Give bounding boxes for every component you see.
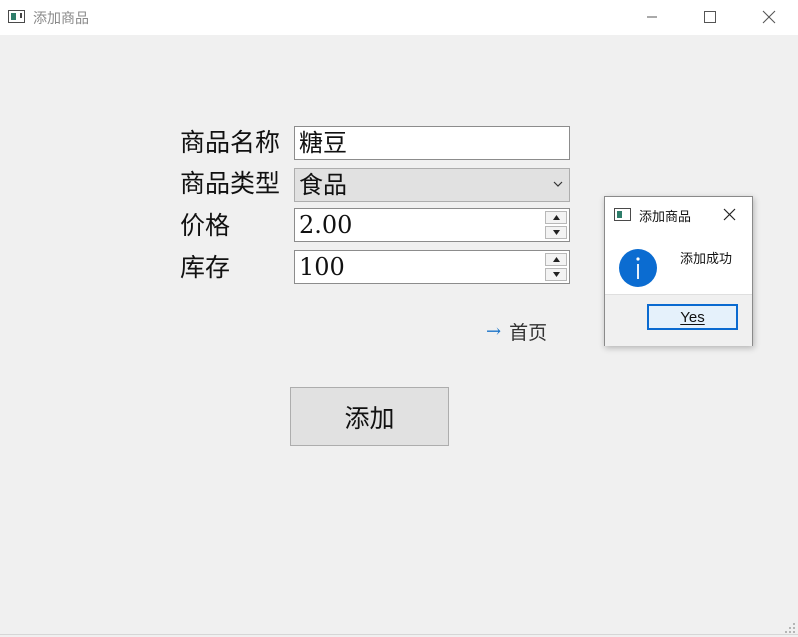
type-select[interactable]: 食品 bbox=[294, 168, 570, 202]
dialog-title: 添加商品 bbox=[639, 210, 692, 225]
price-label: 价格 bbox=[180, 211, 231, 240]
chevron-down-icon bbox=[553, 181, 563, 187]
minimize-icon bbox=[647, 16, 657, 18]
dialog-close-icon[interactable] bbox=[723, 208, 736, 221]
stock-label: 库存 bbox=[180, 253, 231, 282]
stock-spinbox[interactable]: 100 bbox=[294, 250, 570, 284]
dialog-message: 添加成功 bbox=[680, 252, 733, 267]
maximize-button[interactable] bbox=[687, 0, 733, 34]
arrow-right-icon: → bbox=[486, 320, 502, 342]
stock-increment-button[interactable] bbox=[545, 253, 567, 266]
app-window-icon bbox=[614, 208, 631, 221]
title-bar: 添加商品 bbox=[0, 0, 798, 35]
dialog-footer: Yes bbox=[605, 294, 752, 346]
yes-button[interactable]: Yes bbox=[647, 304, 738, 330]
type-selected-value: 食品 bbox=[299, 171, 347, 199]
price-value: 2.00 bbox=[299, 211, 353, 239]
stock-decrement-button[interactable] bbox=[545, 268, 567, 281]
add-button[interactable]: 添加 bbox=[290, 387, 449, 446]
window-title: 添加商品 bbox=[33, 11, 89, 27]
info-icon bbox=[619, 249, 657, 287]
name-label: 商品名称 bbox=[180, 128, 281, 157]
price-spinbox[interactable]: 2.00 bbox=[294, 208, 570, 242]
message-dialog: 添加商品 添加成功 Yes bbox=[604, 196, 753, 346]
close-icon bbox=[762, 10, 776, 24]
close-button[interactable] bbox=[746, 0, 792, 34]
home-link-label: 首页 bbox=[509, 321, 548, 344]
home-link[interactable]: → 首页 bbox=[486, 318, 547, 344]
stock-spin-buttons bbox=[545, 253, 567, 281]
name-value: 糖豆 bbox=[299, 129, 347, 157]
minimize-button[interactable] bbox=[629, 0, 675, 34]
app-window-icon bbox=[8, 10, 25, 23]
triangle-up-icon bbox=[552, 215, 560, 220]
price-spin-buttons bbox=[545, 211, 567, 239]
window-bottom-border bbox=[0, 634, 798, 635]
dialog-title-bar: 添加商品 bbox=[605, 197, 752, 233]
name-input[interactable]: 糖豆 bbox=[294, 126, 570, 160]
type-label: 商品类型 bbox=[180, 169, 281, 198]
triangle-down-icon bbox=[552, 272, 560, 277]
price-increment-button[interactable] bbox=[545, 211, 567, 224]
yes-button-label: Yes bbox=[680, 308, 705, 326]
triangle-down-icon bbox=[552, 230, 560, 235]
stock-value: 100 bbox=[299, 253, 345, 281]
price-decrement-button[interactable] bbox=[545, 226, 567, 239]
maximize-icon bbox=[704, 11, 716, 23]
resize-grip-icon[interactable] bbox=[784, 622, 796, 634]
triangle-up-icon bbox=[552, 257, 560, 262]
